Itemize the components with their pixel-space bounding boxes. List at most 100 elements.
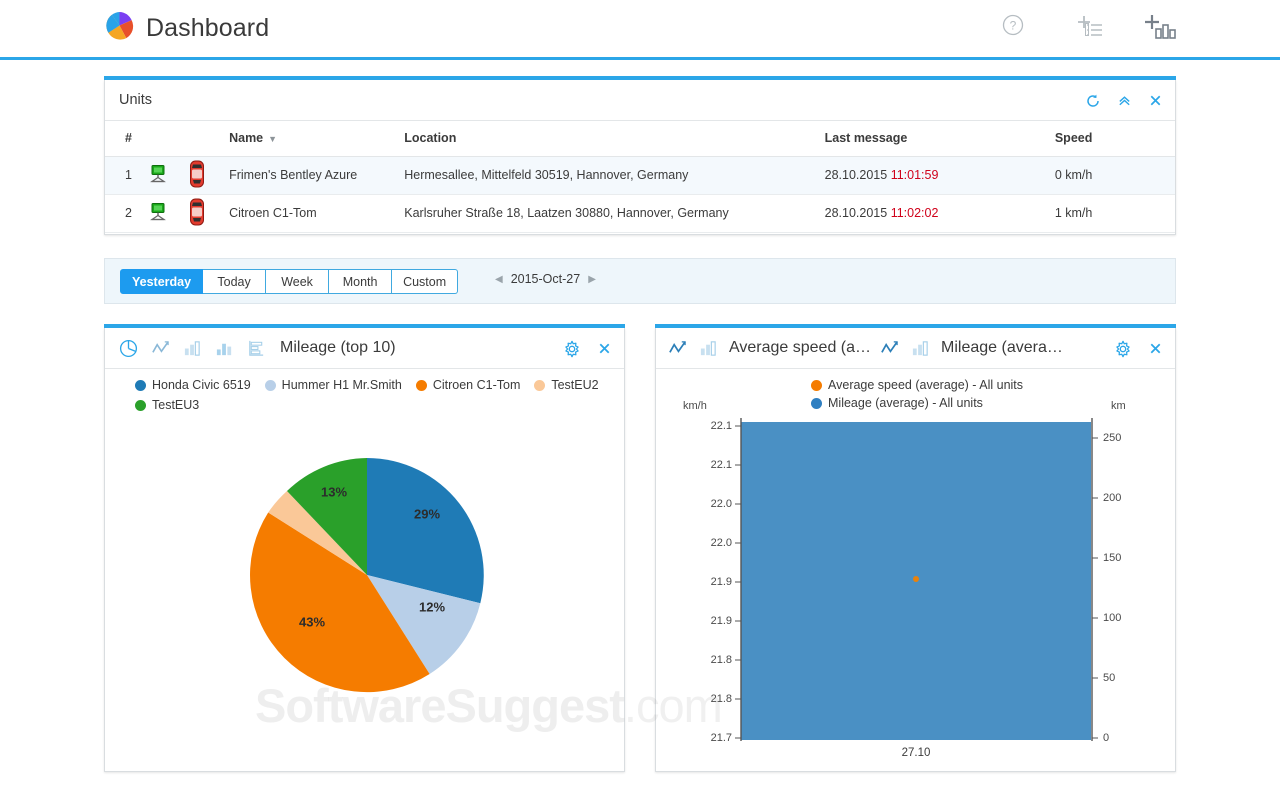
help-icon[interactable]: ? <box>1001 13 1025 42</box>
period-button-today[interactable]: Today <box>203 269 266 294</box>
row-number: 2 <box>105 194 149 232</box>
period-button-yesterday[interactable]: Yesterday <box>120 269 203 294</box>
period-button-week[interactable]: Week <box>266 269 329 294</box>
mileage-top10-panel: Mileage (top 10) Honda Civic 6519 Hummer… <box>104 328 625 772</box>
car-icon[interactable] <box>189 194 229 232</box>
left-axis-tick: 22.0 <box>680 537 732 549</box>
unit-name: Frimen's Bentley Azure <box>229 156 404 194</box>
legend-color-swatch <box>135 380 146 391</box>
date-navigator: ◀ 2015-Oct-27 ▶ <box>495 272 596 286</box>
mileage-panel-title: Mileage (top 10) <box>280 339 396 357</box>
legend-color-swatch <box>135 400 146 411</box>
legend-label: Hummer H1 Mr.Smith <box>282 378 402 392</box>
column-header-speed[interactable]: Speed <box>1055 121 1175 156</box>
period-button-group: Yesterday Today Week Month Custom <box>120 269 458 294</box>
left-axis-unit: km/h <box>683 400 707 412</box>
car-icon[interactable] <box>189 156 229 194</box>
prev-date-icon[interactable]: ◀ <box>495 274 503 285</box>
table-row[interactable]: 1 <box>105 156 1175 194</box>
legend-item[interactable]: TestEU2 <box>534 378 598 392</box>
sort-caret-icon: ▼ <box>268 134 277 144</box>
average-speed-mileage-panel: Average speed (a… Mileage (avera… <box>655 328 1176 772</box>
legend-item[interactable]: Honda Civic 6519 <box>135 378 251 392</box>
selected-date: 2015-Oct-27 <box>511 272 580 286</box>
next-date-icon[interactable]: ▶ <box>588 274 596 285</box>
units-table-header-row: # Name ▼ Location Last message Speed <box>105 121 1175 156</box>
right-axis-tick: 0 <box>1103 732 1109 744</box>
column-header-number[interactable]: # <box>105 121 149 156</box>
header-accent-rule <box>0 57 1280 60</box>
left-axis-tick: 22.1 <box>680 459 732 471</box>
average-speed-point[interactable] <box>913 576 919 582</box>
unit-location: Hermesallee, Mittelfeld 30519, Hannover,… <box>404 156 824 194</box>
right-axis-tick: 150 <box>1103 552 1121 564</box>
row-number: 1 <box>105 156 149 194</box>
svg-text:?: ? <box>1010 19 1017 33</box>
unit-online-icon[interactable] <box>149 156 189 194</box>
speed-mileage-chart: km/h km <box>656 328 1177 772</box>
mileage-panel-header: Mileage (top 10) <box>105 328 624 369</box>
unit-last-message: 28.10.2015 11:02:02 <box>825 194 1055 232</box>
right-axis-tick: 100 <box>1103 612 1121 624</box>
chart-type-bar-icon[interactable] <box>183 339 202 358</box>
column-header-name-label: Name <box>229 131 263 145</box>
unit-last-message: 28.10.2015 11:01:59 <box>825 156 1055 194</box>
brand: Dashboard <box>104 10 269 46</box>
legend-label: TestEU3 <box>152 398 199 412</box>
chart-type-pie-icon[interactable] <box>119 339 138 358</box>
column-header-location[interactable]: Location <box>404 121 824 156</box>
gear-icon[interactable] <box>563 340 581 358</box>
units-panel: Units # <box>104 80 1176 235</box>
right-axis-tick: 200 <box>1103 492 1121 504</box>
unit-speed: 1 km/h <box>1055 194 1175 232</box>
close-icon[interactable] <box>1148 93 1163 108</box>
last-message-time: 11:01:59 <box>891 168 939 182</box>
app-header: Dashboard ? <box>0 0 1280 57</box>
pie-logo-icon <box>104 10 135 46</box>
left-axis-tick: 22.1 <box>680 420 732 432</box>
column-header-last-message[interactable]: Last message <box>825 121 1055 156</box>
last-message-date: 28.10.2015 <box>825 206 888 220</box>
legend-item[interactable]: TestEU3 <box>135 398 199 412</box>
add-chart-icon[interactable] <box>1142 13 1178 50</box>
period-button-custom[interactable]: Custom <box>392 269 458 294</box>
left-axis-tick: 21.7 <box>680 732 732 744</box>
add-list-icon[interactable] <box>1074 13 1106 48</box>
unit-location: Karlsruher Straße 18, Laatzen 30880, Han… <box>404 194 824 232</box>
legend-label: TestEU2 <box>551 378 598 392</box>
unit-online-icon[interactable] <box>149 194 189 232</box>
column-header-status <box>149 121 189 156</box>
pie-chart-svg <box>105 426 626 766</box>
collapse-icon[interactable] <box>1117 93 1132 108</box>
page-title: Dashboard <box>146 14 269 43</box>
left-axis-tick: 22.0 <box>680 498 732 510</box>
legend-color-swatch <box>265 380 276 391</box>
chart-type-colored-bar-icon[interactable] <box>215 339 234 358</box>
close-icon[interactable] <box>597 341 612 356</box>
legend-item[interactable]: Citroen C1-Tom <box>416 378 521 392</box>
column-header-name[interactable]: Name ▼ <box>229 121 404 156</box>
left-axis-tick: 21.8 <box>680 693 732 705</box>
left-axis-tick: 21.9 <box>680 615 732 627</box>
right-axis-tick: 250 <box>1103 432 1121 444</box>
refresh-icon[interactable] <box>1085 93 1101 109</box>
legend-label: Citroen C1-Tom <box>433 378 521 392</box>
x-axis-tick-label: 27.10 <box>902 747 931 759</box>
left-axis-tick: 21.9 <box>680 576 732 588</box>
legend-color-swatch <box>534 380 545 391</box>
right-axis-tick: 50 <box>1103 672 1115 684</box>
last-message-date: 28.10.2015 <box>825 168 888 182</box>
chart-type-hbar-icon[interactable] <box>247 339 266 358</box>
unit-name: Citroen C1-Tom <box>229 194 404 232</box>
pie-legend: Honda Civic 6519 Hummer H1 Mr.Smith Citr… <box>135 378 605 412</box>
chart-type-line-icon[interactable] <box>151 339 170 358</box>
legend-item[interactable]: Hummer H1 Mr.Smith <box>265 378 402 392</box>
units-table: # Name ▼ Location Last message Speed 1 <box>105 121 1175 233</box>
legend-label: Honda Civic 6519 <box>152 378 251 392</box>
right-axis-unit: km <box>1111 400 1126 412</box>
table-row[interactable]: 2 <box>105 194 1175 232</box>
units-panel-title: Units <box>119 92 152 108</box>
column-header-vehicle <box>189 121 229 156</box>
chart-type-switcher <box>119 339 266 358</box>
period-button-month[interactable]: Month <box>329 269 392 294</box>
